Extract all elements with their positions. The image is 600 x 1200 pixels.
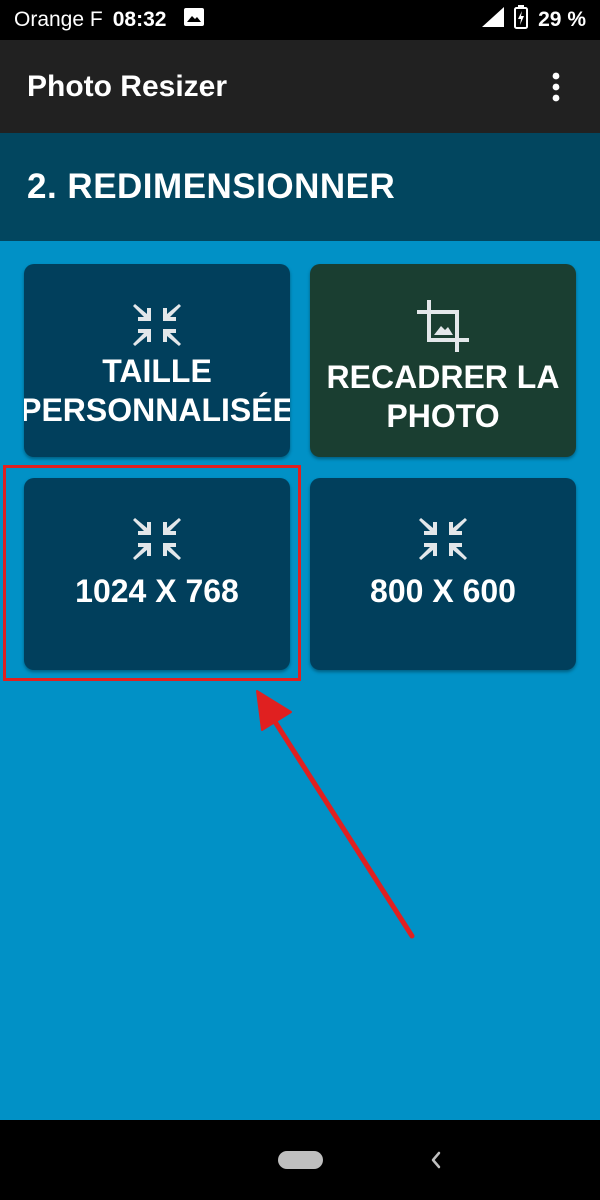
battery-charging-icon — [514, 5, 529, 35]
custom-size-tile[interactable]: TAILLE PERSONNALISÉE — [24, 264, 290, 457]
more-vert-icon — [552, 72, 560, 101]
navigation-bar — [0, 1120, 600, 1200]
crop-image-icon — [417, 300, 469, 352]
status-bar: Orange F 08:32 29 % — [0, 0, 600, 40]
annotation-highlight-box — [3, 465, 301, 681]
crop-photo-label: RECADRER LA PHOTO — [326, 359, 560, 434]
app-bar: Photo Resizer — [0, 40, 600, 133]
compress-arrows-icon — [133, 304, 181, 346]
custom-size-label: TAILLE PERSONNALISÉE — [24, 353, 290, 428]
section-header: 2. REDIMENSIONNER — [0, 133, 600, 241]
battery-percent: 29 % — [538, 8, 586, 31]
signal-icon — [482, 7, 505, 33]
app-title: Photo Resizer — [27, 69, 228, 103]
overflow-menu-button[interactable] — [532, 63, 580, 111]
clock: 08:32 — [112, 8, 167, 31]
preset-800x600-tile[interactable]: 800 X 600 — [310, 478, 576, 670]
compress-arrows-icon — [419, 518, 467, 560]
home-pill-icon[interactable] — [278, 1151, 323, 1169]
image-notification-icon — [184, 8, 205, 32]
carrier-name: Orange F — [14, 8, 103, 31]
preset-800x600-label: 800 X 600 — [370, 573, 516, 609]
back-icon[interactable] — [424, 1146, 448, 1174]
crop-photo-tile[interactable]: RECADRER LA PHOTO — [310, 264, 576, 457]
section-title: 2. REDIMENSIONNER — [27, 167, 396, 206]
